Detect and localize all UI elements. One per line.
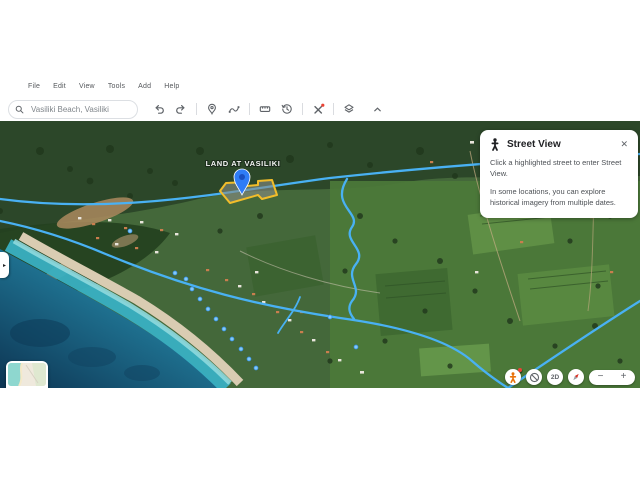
draw-path-icon[interactable] bbox=[225, 100, 243, 118]
street-view-note: In some locations, you can explore histo… bbox=[490, 187, 628, 209]
hide-coverage-button[interactable] bbox=[526, 369, 542, 385]
zoom-out-button[interactable]: − bbox=[598, 372, 604, 382]
google-earth-window: File Edit View Tools Add Help bbox=[0, 0, 640, 480]
mode-2d-button[interactable]: 2D bbox=[547, 369, 563, 385]
menu-tools[interactable]: Tools bbox=[108, 83, 125, 90]
layers-icon[interactable] bbox=[340, 100, 358, 118]
toolbar-divider bbox=[302, 103, 303, 115]
menu-add[interactable]: Add bbox=[138, 83, 151, 90]
map-controls: 2D − + bbox=[505, 369, 635, 385]
street-view-tools-icon[interactable] bbox=[309, 100, 327, 118]
menu-help[interactable]: Help bbox=[164, 83, 179, 90]
app-header: File Edit View Tools Add Help bbox=[0, 0, 640, 121]
new-feature-badge bbox=[321, 103, 324, 106]
menu-view[interactable]: View bbox=[79, 83, 95, 90]
toolbar-divider bbox=[196, 103, 197, 115]
pegman-icon bbox=[490, 138, 500, 151]
pegman-icon bbox=[508, 372, 518, 383]
collapse-toolbar-icon[interactable] bbox=[368, 100, 386, 118]
undo-icon[interactable] bbox=[150, 100, 168, 118]
toolbar-divider bbox=[333, 103, 334, 115]
street-view-panel: Street View ✕ Click a highlighted street… bbox=[480, 130, 638, 218]
toolbar-icons bbox=[148, 100, 388, 118]
compass-icon bbox=[570, 371, 582, 383]
redo-icon[interactable] bbox=[172, 100, 190, 118]
toolbar-divider bbox=[249, 103, 250, 115]
zoom-control: − + bbox=[589, 370, 635, 385]
pegman-new-badge bbox=[518, 368, 522, 372]
search-icon bbox=[15, 105, 24, 114]
search-input[interactable] bbox=[29, 104, 131, 115]
compass-button[interactable] bbox=[568, 369, 584, 385]
menu-file[interactable]: File bbox=[28, 83, 40, 90]
measure-icon[interactable] bbox=[256, 100, 274, 118]
toolbar bbox=[8, 98, 388, 120]
street-view-instruction: Click a highlighted street to enter Stre… bbox=[490, 158, 628, 180]
sidebar-expand-handle[interactable]: ▸ bbox=[0, 252, 9, 278]
minimap-thumbnail bbox=[8, 363, 46, 386]
street-view-title: Street View bbox=[507, 139, 620, 150]
menu-edit[interactable]: Edit bbox=[53, 83, 66, 90]
zoom-in-button[interactable]: + bbox=[621, 372, 627, 382]
parcel-label: LAND AT VASILIKI bbox=[206, 159, 281, 168]
historical-imagery-icon[interactable] bbox=[278, 100, 296, 118]
menu-bar: File Edit View Tools Add Help bbox=[28, 83, 179, 90]
search-box[interactable] bbox=[8, 100, 138, 119]
add-placemark-icon[interactable] bbox=[203, 100, 221, 118]
slashed-circle-icon bbox=[529, 372, 540, 383]
pegman-button[interactable] bbox=[505, 369, 521, 385]
close-icon[interactable]: ✕ bbox=[620, 140, 628, 149]
minimap-overlay[interactable] bbox=[6, 361, 48, 388]
